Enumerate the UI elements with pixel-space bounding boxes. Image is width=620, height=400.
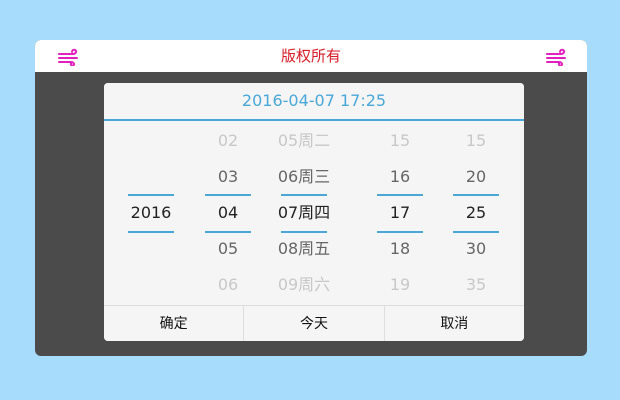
year-selection-line-top xyxy=(128,194,174,196)
datetime-picker-dialog: 2016-04-07 17:25 2016 02 03 04 05 06 05周… xyxy=(104,83,524,341)
hour-selection-line-top xyxy=(377,194,423,196)
picker-actions: 确定 今天 取消 xyxy=(104,305,524,341)
wheel-option[interactable] xyxy=(124,275,178,295)
wheel-option[interactable]: 20 xyxy=(449,167,503,187)
top-bar: 版权所有 xyxy=(35,40,587,72)
wheel-option[interactable]: 05周二 xyxy=(264,131,344,151)
wheel-option-selected[interactable]: 07周四 xyxy=(264,203,344,223)
wheel-option[interactable]: 16 xyxy=(373,167,427,187)
wind-icon[interactable] xyxy=(545,48,569,66)
wheel-option[interactable]: 15 xyxy=(449,131,503,151)
hour-wheel[interactable]: 15 16 17 18 19 xyxy=(373,121,427,305)
hour-selection-line-bottom xyxy=(377,231,423,233)
wheel-option[interactable]: 05 xyxy=(201,239,255,259)
wheel-option[interactable]: 06 xyxy=(201,275,255,295)
page-title: 版权所有 xyxy=(280,47,341,65)
wheel-option[interactable]: 08周五 xyxy=(264,239,344,259)
wheel-option[interactable] xyxy=(124,131,178,151)
wheel-option[interactable]: 35 xyxy=(449,275,503,295)
app-card: 版权所有 2016-04-07 17:25 2016 02 03 04 05 0… xyxy=(35,40,587,356)
day-selection-line-top xyxy=(281,194,327,196)
wheel-option-selected[interactable]: 04 xyxy=(201,203,255,223)
wheel-option[interactable] xyxy=(124,167,178,187)
wheel-option[interactable]: 30 xyxy=(449,239,503,259)
picker-wheels: 2016 02 03 04 05 06 05周二 06周三 07周四 08周五 … xyxy=(104,121,524,305)
year-selection-line-bottom xyxy=(128,231,174,233)
wheel-option[interactable]: 03 xyxy=(201,167,255,187)
wheel-option-selected[interactable]: 17 xyxy=(373,203,427,223)
minute-wheel[interactable]: 15 20 25 30 35 xyxy=(449,121,503,305)
today-button[interactable]: 今天 xyxy=(244,306,385,341)
wheel-option[interactable]: 02 xyxy=(201,131,255,151)
wheel-option[interactable]: 19 xyxy=(373,275,427,295)
wheel-option-selected[interactable]: 2016 xyxy=(124,203,178,223)
wheel-option[interactable]: 15 xyxy=(373,131,427,151)
wheel-option[interactable] xyxy=(124,239,178,259)
wheel-option-selected[interactable]: 25 xyxy=(449,203,503,223)
day-wheel[interactable]: 05周二 06周三 07周四 08周五 09周六 xyxy=(264,121,344,305)
wheel-option[interactable]: 18 xyxy=(373,239,427,259)
confirm-button[interactable]: 确定 xyxy=(104,306,245,341)
day-selection-line-bottom xyxy=(281,231,327,233)
minute-selection-line-bottom xyxy=(453,231,499,233)
month-selection-line-top xyxy=(205,194,251,196)
month-selection-line-bottom xyxy=(205,231,251,233)
cancel-button[interactable]: 取消 xyxy=(385,306,524,341)
year-wheel[interactable]: 2016 xyxy=(124,121,178,305)
wheel-option[interactable]: 06周三 xyxy=(264,167,344,187)
selected-datetime-display: 2016-04-07 17:25 xyxy=(104,83,524,121)
month-wheel[interactable]: 02 03 04 05 06 xyxy=(201,121,255,305)
minute-selection-line-top xyxy=(453,194,499,196)
wheel-option[interactable]: 09周六 xyxy=(264,275,344,295)
